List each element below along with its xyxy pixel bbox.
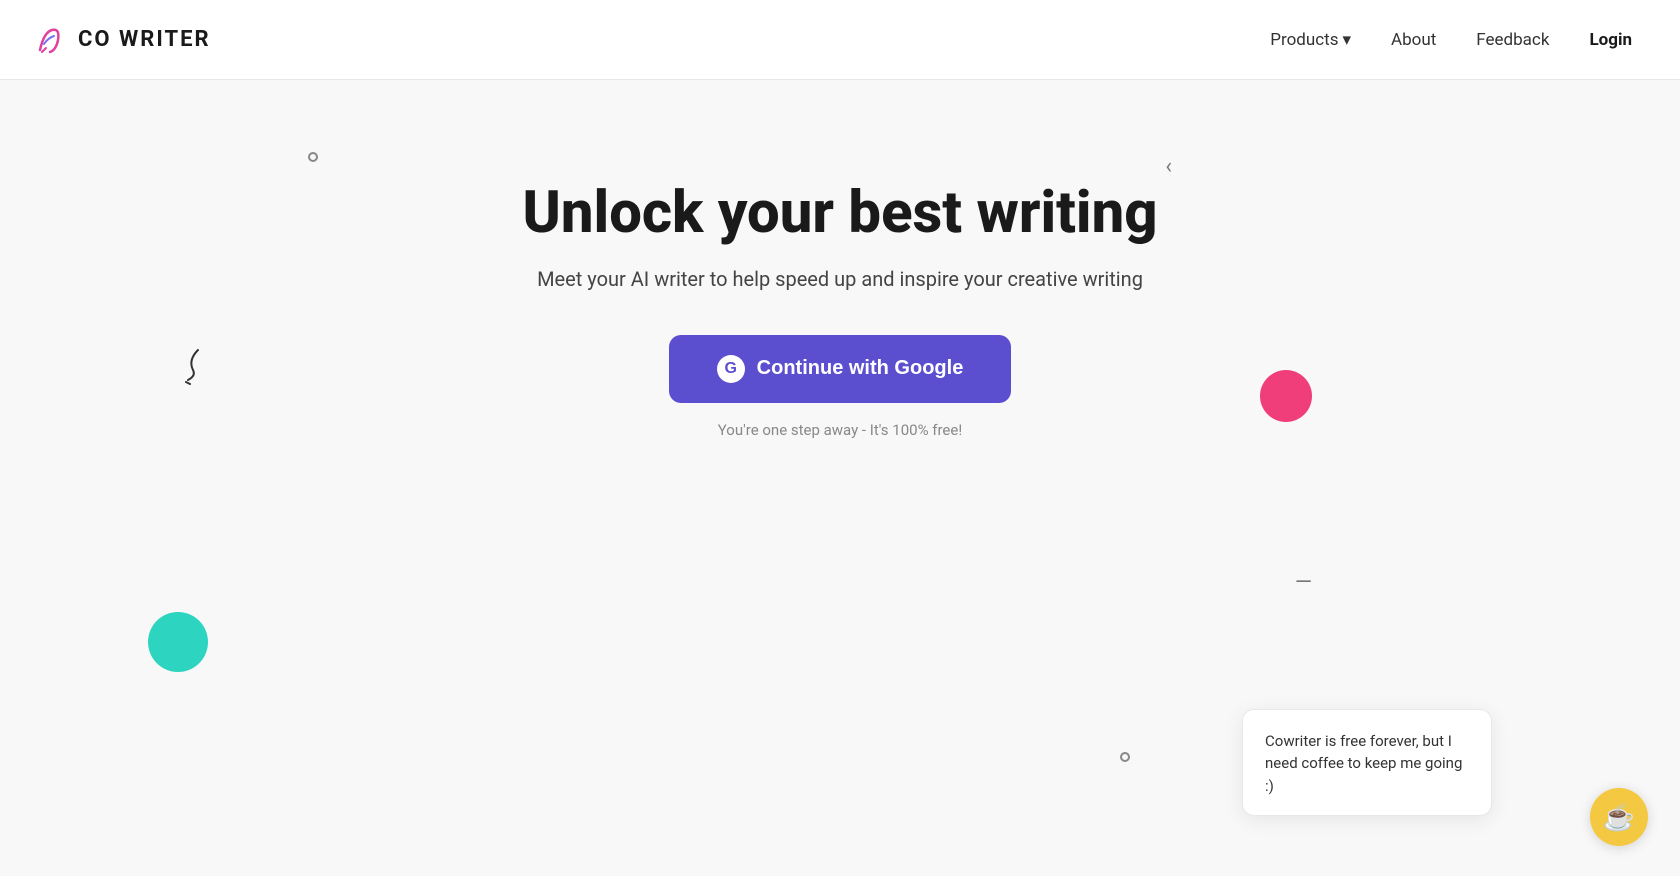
logo-icon xyxy=(32,22,68,58)
nav-links: Products ▾ About Feedback Login xyxy=(1254,22,1648,58)
google-btn-label: Continue with Google xyxy=(757,357,964,380)
logo-text: CO WRITER xyxy=(78,27,211,52)
nav-login-link[interactable]: Login xyxy=(1573,22,1648,58)
google-signin-button[interactable]: G Continue with Google xyxy=(669,335,1012,403)
chat-popup-text: Cowriter is free forever, but I need cof… xyxy=(1265,730,1469,798)
nav-products-label: Products xyxy=(1270,30,1338,50)
logo-area: CO WRITER xyxy=(32,22,211,58)
hero-section: Unlock your best writing Meet your AI wr… xyxy=(0,80,1680,439)
chevron-down-icon: ▾ xyxy=(1342,30,1351,50)
free-text: You're one step away - It's 100% free! xyxy=(718,421,962,439)
nav-feedback-link[interactable]: Feedback xyxy=(1460,22,1565,58)
deco-teal-circle xyxy=(148,612,208,672)
hero-subtitle: Meet your AI writer to help speed up and… xyxy=(537,267,1143,291)
google-icon: G xyxy=(717,355,745,383)
navbar: CO WRITER Products ▾ About Feedback Logi… xyxy=(0,0,1680,80)
hero-title: Unlock your best writing xyxy=(523,180,1158,247)
chat-popup: Cowriter is free forever, but I need cof… xyxy=(1242,709,1492,817)
coffee-button[interactable]: ☕ xyxy=(1590,788,1648,846)
deco-slash-bottom-right: — xyxy=(1295,570,1312,595)
nav-about-link[interactable]: About xyxy=(1375,22,1452,58)
deco-circle-small-bottom xyxy=(1120,752,1130,762)
coffee-icon: ☕ xyxy=(1603,802,1635,833)
nav-products-link[interactable]: Products ▾ xyxy=(1254,22,1367,58)
